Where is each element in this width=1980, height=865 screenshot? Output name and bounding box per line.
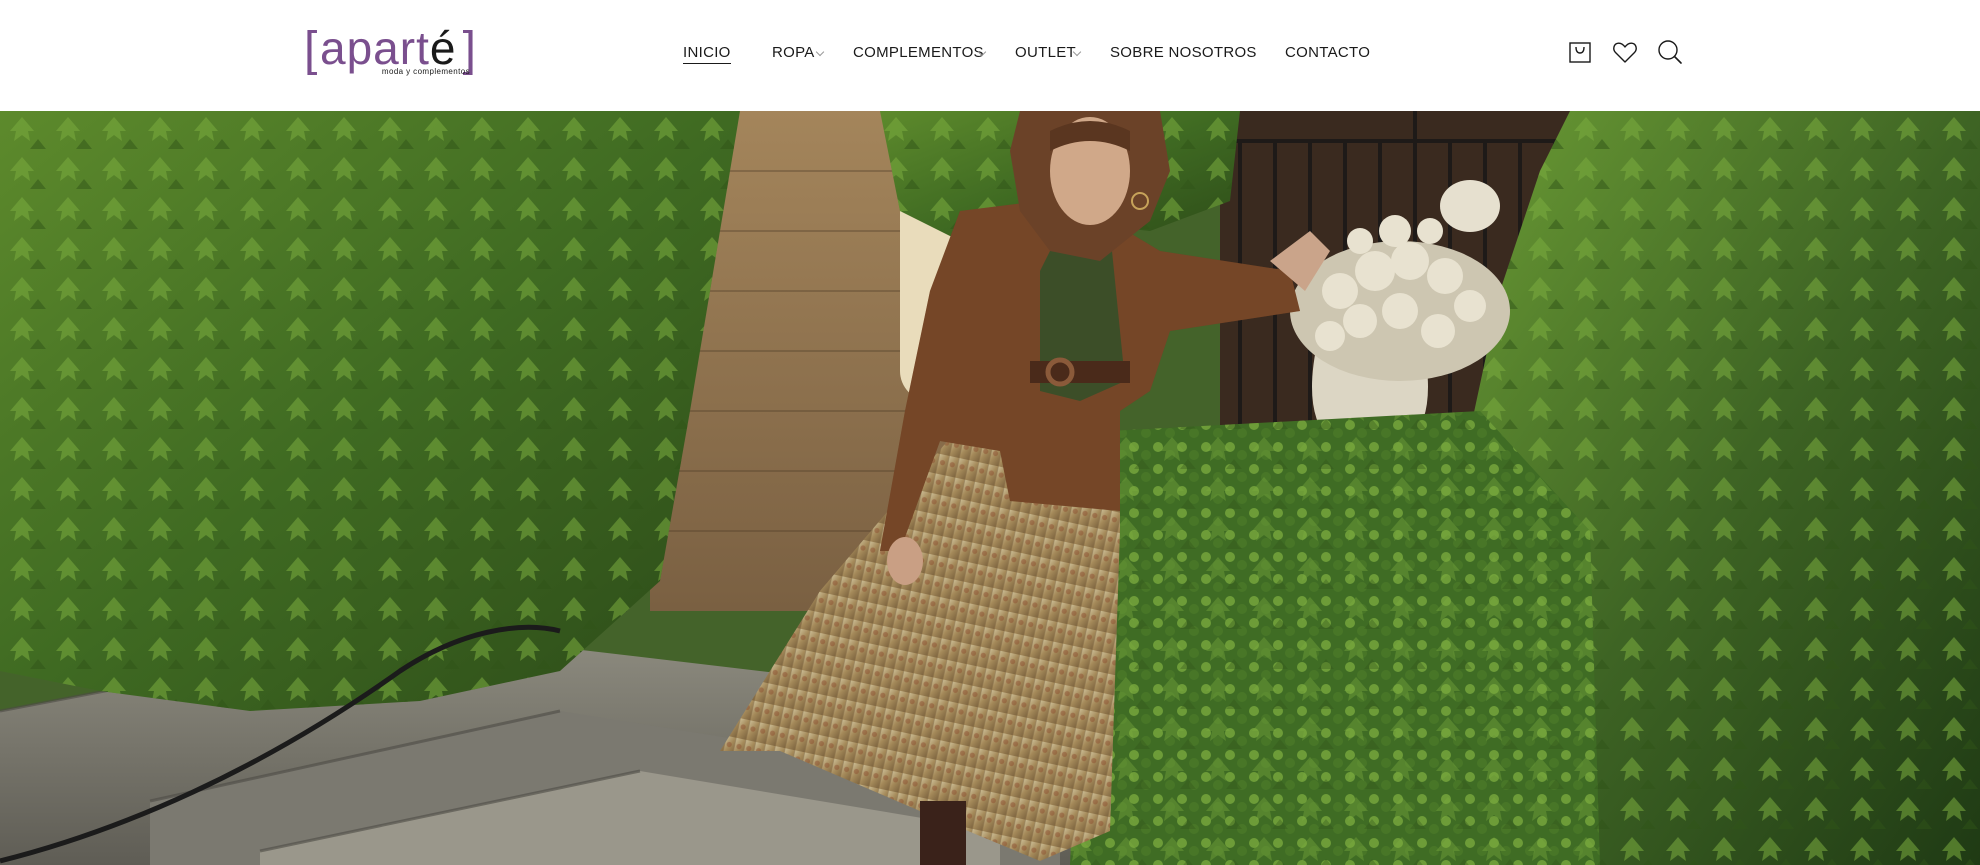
chevron-down-icon — [815, 47, 825, 57]
nav-item-ropa[interactable]: ROPA — [772, 44, 825, 64]
heart-icon — [1613, 42, 1637, 63]
hero-image — [0, 111, 1980, 865]
logo-tagline: moda y complementos — [381, 67, 470, 76]
cart-icon — [1569, 42, 1591, 63]
site-logo[interactable]: [ aparté ] moda y complementos — [304, 22, 476, 80]
logo-bracket-left: [ — [304, 23, 318, 76]
nav-item-complementos[interactable]: COMPLEMENTOS — [853, 44, 987, 64]
site-header: [ aparté ] moda y complementos INICIO RO… — [0, 0, 1980, 111]
nav-item-label: ROPA — [772, 44, 815, 61]
nav-item-outlet[interactable]: OUTLET — [1015, 44, 1082, 64]
hero-banner[interactable] — [0, 111, 1980, 865]
logo-wordmark: aparté — [320, 22, 457, 74]
nav-item-label: SOBRE NOSOTROS — [1110, 44, 1257, 61]
wishlist-button[interactable] — [1611, 38, 1639, 66]
nav-item-sobre-nosotros[interactable]: SOBRE NOSOTROS — [1110, 44, 1257, 64]
nav-item-label: CONTACTO — [1285, 44, 1371, 61]
search-icon — [1658, 40, 1682, 64]
nav-item-label: COMPLEMENTOS — [853, 44, 984, 61]
search-button[interactable] — [1656, 38, 1684, 66]
cart-button[interactable] — [1566, 38, 1594, 66]
nav-item-contacto[interactable]: CONTACTO — [1285, 44, 1370, 64]
nav-item-label: OUTLET — [1015, 44, 1076, 61]
nav-item-inicio[interactable]: INICIO — [683, 44, 731, 64]
nav-item-label: INICIO — [683, 44, 731, 64]
